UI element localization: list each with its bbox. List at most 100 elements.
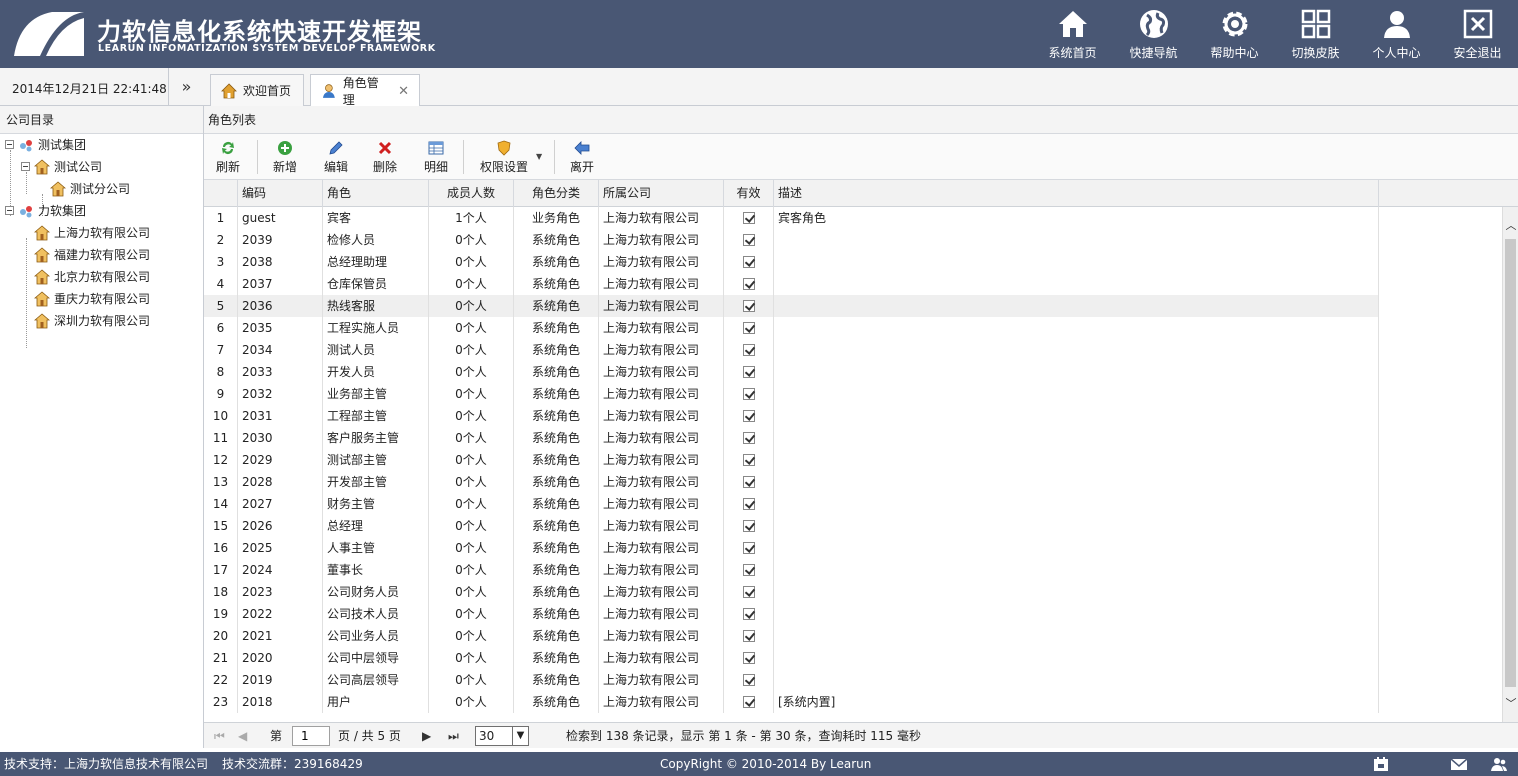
vertical-scrollbar[interactable]: ︿ ﹀ xyxy=(1502,207,1518,722)
tree-node-beijing[interactable]: 北京力软有限公司 xyxy=(0,266,200,288)
tree-node-group-learun[interactable]: 力软集团 xyxy=(0,200,200,222)
collapse-toggle-icon[interactable] xyxy=(5,206,14,215)
next-page-icon[interactable]: ▶ xyxy=(422,723,431,749)
checkbox-icon[interactable] xyxy=(742,255,755,268)
header-enabled[interactable]: 有效 xyxy=(724,180,774,207)
scroll-down-icon[interactable]: ﹀ xyxy=(1503,695,1518,713)
table-row[interactable]: 11 2030 客户服务主管 0个人 系统角色 上海力软有限公司 xyxy=(204,427,1379,449)
cell-role: 公司业务人员 xyxy=(323,625,429,647)
table-row[interactable]: 19 2022 公司技术人员 0个人 系统角色 上海力软有限公司 xyxy=(204,603,1379,625)
leave-button[interactable]: 离开 xyxy=(570,138,594,176)
table-row[interactable]: 5 2036 热线客服 0个人 系统角色 上海力软有限公司 xyxy=(204,295,1379,317)
checkbox-icon[interactable] xyxy=(742,519,755,532)
nav-skin-button[interactable]: 切换皮肤 xyxy=(1275,0,1356,68)
table-row[interactable]: 22 2019 公司高层领导 0个人 系统角色 上海力软有限公司 xyxy=(204,669,1379,691)
mail-icon[interactable] xyxy=(1450,756,1468,772)
users-icon[interactable] xyxy=(1490,756,1508,772)
table-row[interactable]: 18 2023 公司财务人员 0个人 系统角色 上海力软有限公司 xyxy=(204,581,1379,603)
nav-home-button[interactable]: 系统首页 xyxy=(1032,0,1113,68)
checkbox-icon[interactable] xyxy=(742,277,755,290)
checkbox-icon[interactable] xyxy=(742,299,755,312)
checkbox-icon[interactable] xyxy=(742,607,755,620)
tree-node-group-test[interactable]: 测试集团 xyxy=(0,134,200,156)
table-row[interactable]: 4 2037 仓库保管员 0个人 系统角色 上海力软有限公司 xyxy=(204,273,1379,295)
checkbox-icon[interactable] xyxy=(742,365,755,378)
tree-node-branch-test[interactable]: 测试分公司 xyxy=(0,178,200,200)
detail-button[interactable]: 明细 xyxy=(424,138,448,176)
collapse-toggle-icon[interactable] xyxy=(5,140,14,149)
scroll-up-icon[interactable]: ︿ xyxy=(1503,217,1518,235)
tree-node-shanghai[interactable]: 上海力软有限公司 xyxy=(0,222,200,244)
close-tab-icon[interactable]: ✕ xyxy=(398,84,409,99)
table-row[interactable]: 20 2021 公司业务人员 0个人 系统角色 上海力软有限公司 xyxy=(204,625,1379,647)
permission-button[interactable]: 权限设置 xyxy=(480,138,528,176)
checkbox-icon[interactable] xyxy=(742,651,755,664)
table-row[interactable]: 21 2020 公司中层领导 0个人 系统角色 上海力软有限公司 xyxy=(204,647,1379,669)
checkbox-icon[interactable] xyxy=(742,695,755,708)
checkbox-icon[interactable] xyxy=(742,563,755,576)
tab-role-management[interactable]: 角色管理 ✕ xyxy=(310,74,420,107)
table-row[interactable]: 3 2038 总经理助理 0个人 系统角色 上海力软有限公司 xyxy=(204,251,1379,273)
nav-logout-button[interactable]: 安全退出 xyxy=(1437,0,1518,68)
checkbox-icon[interactable] xyxy=(742,585,755,598)
checkbox-icon[interactable] xyxy=(742,321,755,334)
header-role[interactable]: 角色 xyxy=(323,180,429,207)
dropdown-arrow-icon[interactable]: ▼ xyxy=(536,152,542,161)
header-description[interactable]: 描述 xyxy=(774,180,1379,207)
tree-node-fujian[interactable]: 福建力软有限公司 xyxy=(0,244,200,266)
table-row[interactable]: 1 guest 宾客 1个人 业务角色 上海力软有限公司 宾客角色 xyxy=(204,207,1379,229)
page-prefix: 第 xyxy=(270,729,283,743)
checkbox-icon[interactable] xyxy=(742,453,755,466)
tree-node-chongqing[interactable]: 重庆力软有限公司 xyxy=(0,288,200,310)
delete-button[interactable]: 删除 xyxy=(373,138,397,176)
checkbox-icon[interactable] xyxy=(742,409,755,422)
table-row[interactable]: 7 2034 测试人员 0个人 系统角色 上海力软有限公司 xyxy=(204,339,1379,361)
checkbox-icon[interactable] xyxy=(742,431,755,444)
checkbox-icon[interactable] xyxy=(742,541,755,554)
table-row[interactable]: 12 2029 测试部主管 0个人 系统角色 上海力软有限公司 xyxy=(204,449,1379,471)
calendar-icon[interactable] xyxy=(1372,756,1390,772)
add-button[interactable]: 新增 xyxy=(273,138,297,176)
table-row[interactable]: 8 2033 开发人员 0个人 系统角色 上海力软有限公司 xyxy=(204,361,1379,383)
chevron-down-icon[interactable]: ▼ xyxy=(512,727,528,745)
checkbox-icon[interactable] xyxy=(742,629,755,642)
table-row[interactable]: 15 2026 总经理 0个人 系统角色 上海力软有限公司 xyxy=(204,515,1379,537)
table-row[interactable]: 9 2032 业务部主管 0个人 系统角色 上海力软有限公司 xyxy=(204,383,1379,405)
page-number-input[interactable] xyxy=(292,726,330,746)
header-code[interactable]: 编码 xyxy=(238,180,323,207)
table-row[interactable]: 10 2031 工程部主管 0个人 系统角色 上海力软有限公司 xyxy=(204,405,1379,427)
checkbox-icon[interactable] xyxy=(742,673,755,686)
nav-quick-button[interactable]: 快捷导航 xyxy=(1113,0,1194,68)
nav-profile-button[interactable]: 个人中心 xyxy=(1356,0,1437,68)
scroll-thumb[interactable] xyxy=(1505,239,1516,687)
tree-node-company-test[interactable]: 测试公司 xyxy=(0,156,200,178)
page-size-select[interactable]: 30 ▼ xyxy=(475,726,529,746)
checkbox-icon[interactable] xyxy=(742,497,755,510)
collapse-sidebar-button[interactable]: » xyxy=(168,68,204,105)
table-row[interactable]: 23 2018 用户 0个人 系统角色 上海力软有限公司 [系统内置] xyxy=(204,691,1379,713)
table-row[interactable]: 17 2024 董事长 0个人 系统角色 上海力软有限公司 xyxy=(204,559,1379,581)
last-page-icon[interactable]: ⏭ xyxy=(448,723,459,749)
table-row[interactable]: 14 2027 财务主管 0个人 系统角色 上海力软有限公司 xyxy=(204,493,1379,515)
checkbox-icon[interactable] xyxy=(742,475,755,488)
checkbox-icon[interactable] xyxy=(742,387,755,400)
refresh-button[interactable]: 刷新 xyxy=(216,138,240,176)
checkbox-icon[interactable] xyxy=(742,211,755,224)
tab-welcome[interactable]: 欢迎首页 xyxy=(210,74,304,106)
table-row[interactable]: 13 2028 开发部主管 0个人 系统角色 上海力软有限公司 xyxy=(204,471,1379,493)
header-members[interactable]: 成员人数 xyxy=(429,180,514,207)
tree-node-shenzhen[interactable]: 深圳力软有限公司 xyxy=(0,310,200,332)
cell-category: 系统角色 xyxy=(514,361,599,383)
edit-button[interactable]: 编辑 xyxy=(324,138,348,176)
table-row[interactable]: 16 2025 人事主管 0个人 系统角色 上海力软有限公司 xyxy=(204,537,1379,559)
checkbox-icon[interactable] xyxy=(742,233,755,246)
header-category[interactable]: 角色分类 xyxy=(514,180,599,207)
first-page-icon[interactable]: ⏮ xyxy=(214,723,225,749)
header-company[interactable]: 所属公司 xyxy=(599,180,724,207)
nav-help-button[interactable]: 帮助中心 xyxy=(1194,0,1275,68)
checkbox-icon[interactable] xyxy=(742,343,755,356)
prev-page-icon[interactable]: ◀ xyxy=(238,723,247,749)
table-row[interactable]: 6 2035 工程实施人员 0个人 系统角色 上海力软有限公司 xyxy=(204,317,1379,339)
table-row[interactable]: 2 2039 检修人员 0个人 系统角色 上海力软有限公司 xyxy=(204,229,1379,251)
collapse-toggle-icon[interactable] xyxy=(21,162,30,171)
